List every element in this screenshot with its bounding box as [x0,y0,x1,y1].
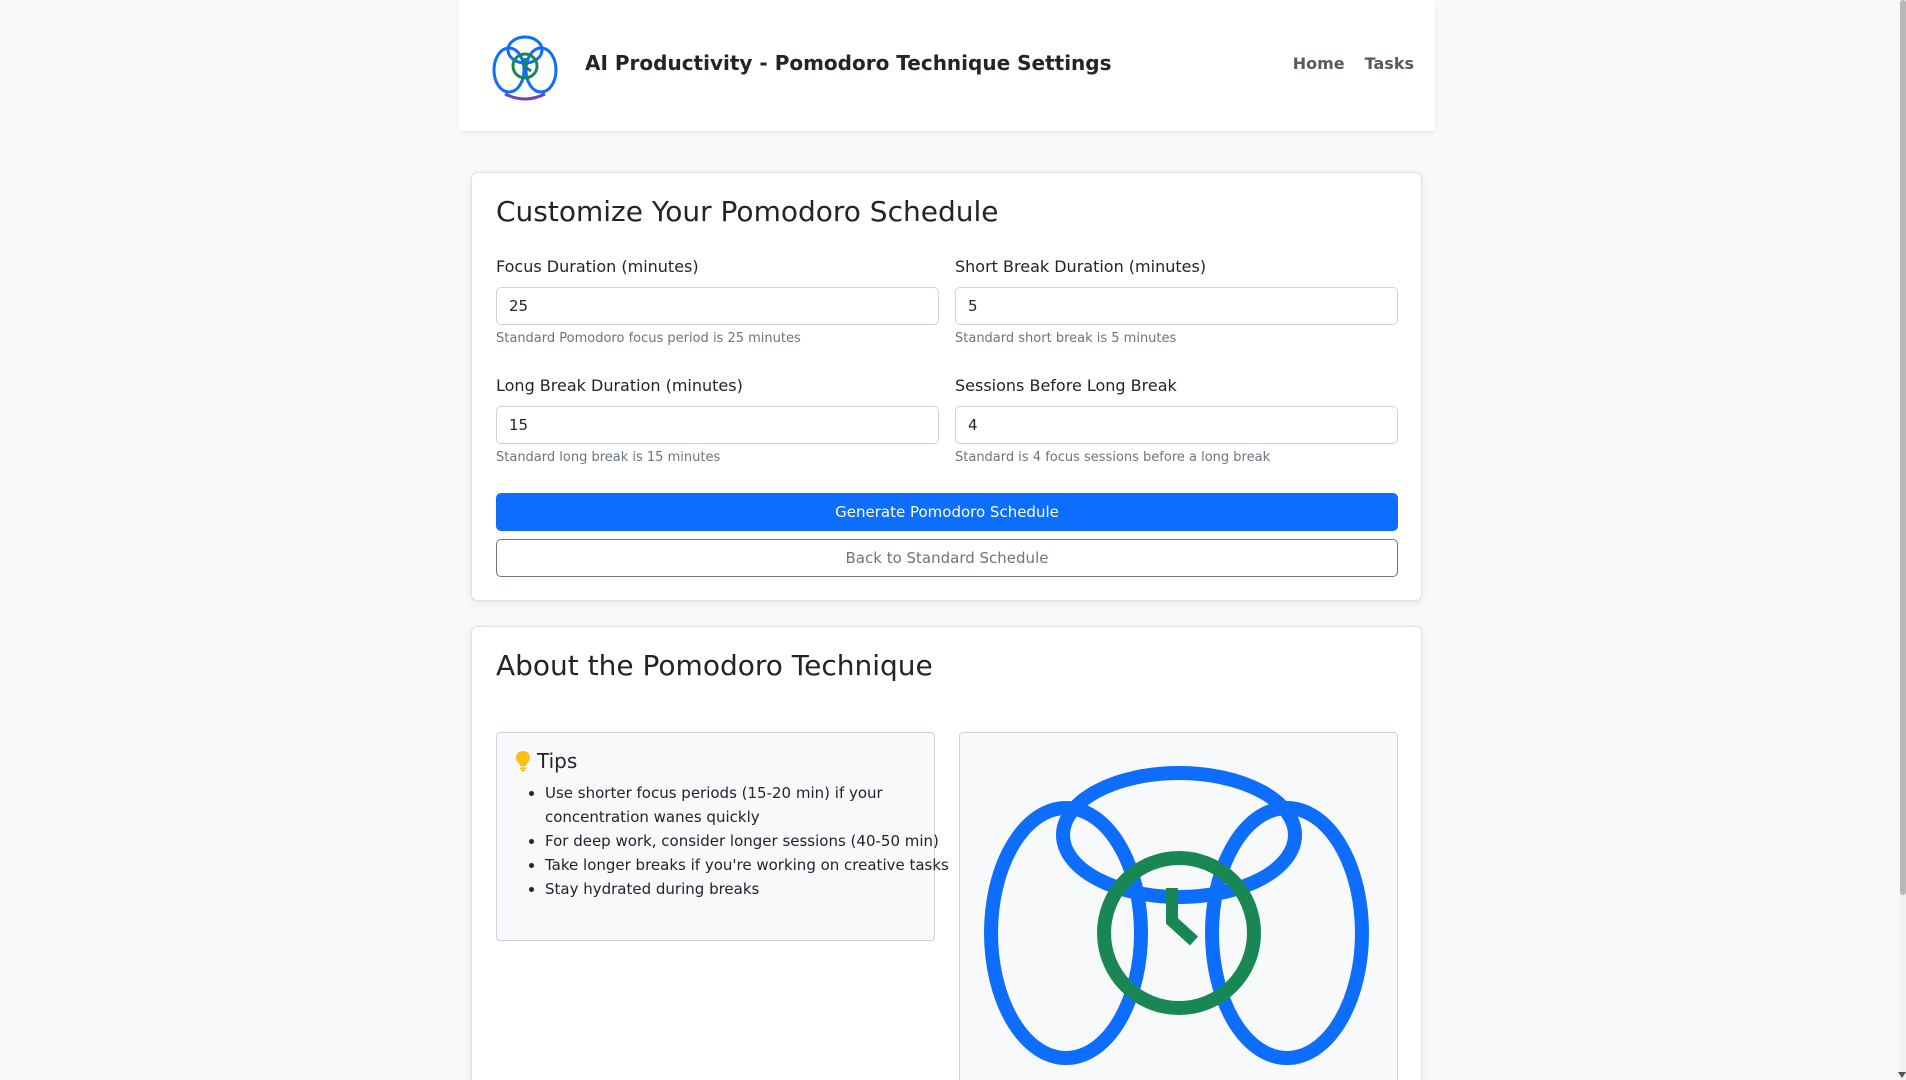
sessions-group: Sessions Before Long Break Standard is 4… [955,376,1398,466]
settings-card: Customize Your Pomodoro Schedule Focus D… [471,172,1422,601]
tip-item: Stay hydrated during breaks [545,877,955,901]
tip-item: Use shorter focus periods (15-20 min) if… [545,781,955,829]
tip-item: Take longer breaks if you're working on … [545,853,955,877]
focus-duration-help: Standard Pomodoro focus period is 25 min… [496,331,801,346]
tips-box: Tips Use shorter focus periods (15-20 mi… [496,732,949,941]
about-heading: About the Pomodoro Technique [496,649,933,682]
long-break-group: Long Break Duration (minutes) Standard l… [496,376,939,466]
generate-schedule-button[interactable]: Generate Pomodoro Schedule [496,493,1398,531]
short-break-input[interactable] [955,287,1398,325]
short-break-help: Standard short break is 5 minutes [955,331,1177,346]
about-card: About the Pomodoro Technique Tips Use sh… [471,626,1422,1080]
nav-home-link[interactable]: Home [1293,54,1345,73]
short-break-label: Short Break Duration (minutes) [955,257,1207,276]
page-title: AI Productivity - Pomodoro Technique Set… [585,51,1112,75]
focus-duration-input[interactable] [496,287,939,325]
tip-item: For deep work, consider longer sessions … [545,829,955,853]
sessions-input[interactable] [955,406,1398,444]
long-break-input[interactable] [496,406,939,444]
page: AI Productivity - Pomodoro Technique Set… [0,0,1906,1080]
nav-tasks-link[interactable]: Tasks [1365,54,1414,73]
scrollbar-thumb[interactable] [1900,0,1906,895]
lightbulb-icon [516,751,530,772]
tips-list: Use shorter focus periods (15-20 min) if… [517,781,955,901]
back-to-standard-button[interactable]: Back to Standard Schedule [496,539,1398,577]
long-break-label: Long Break Duration (minutes) [496,376,743,395]
pomodoro-clock-illustration-icon [984,766,1369,1065]
settings-heading: Customize Your Pomodoro Schedule [496,195,999,228]
page-scrollbar[interactable] [1898,0,1906,1080]
tips-header: Tips [515,749,577,773]
top-header: AI Productivity - Pomodoro Technique Set… [459,0,1435,131]
illustration-box [959,732,1398,1080]
sessions-label: Sessions Before Long Break [955,376,1177,395]
long-break-help: Standard long break is 15 minutes [496,450,721,465]
pomodoro-logo-icon[interactable] [487,28,563,104]
sessions-help: Standard is 4 focus sessions before a lo… [955,450,1271,465]
focus-duration-label: Focus Duration (minutes) [496,257,699,276]
top-nav: Home Tasks [1293,54,1414,73]
scroll-down-arrow-icon[interactable] [1898,1072,1906,1078]
tips-title: Tips [537,749,578,773]
focus-duration-group: Focus Duration (minutes) Standard Pomodo… [496,257,939,347]
short-break-group: Short Break Duration (minutes) Standard … [955,257,1398,347]
